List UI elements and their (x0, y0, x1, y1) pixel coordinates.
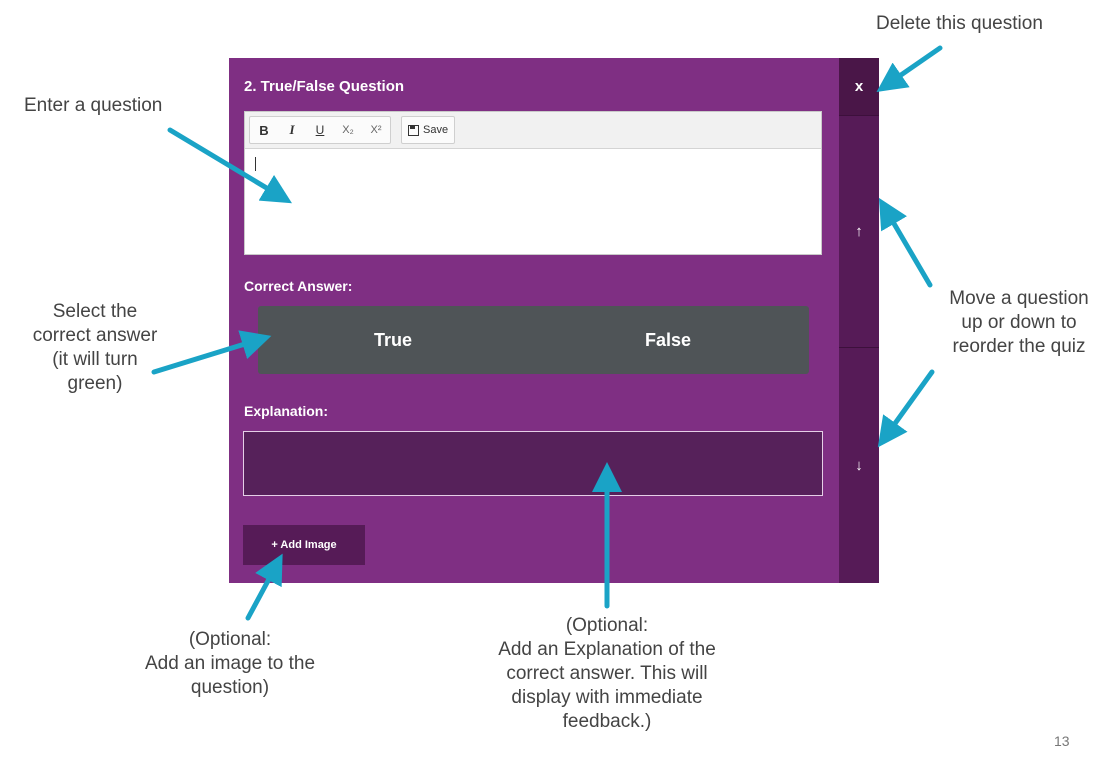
move-up-button[interactable]: ↑ (839, 116, 879, 348)
annotation-line: display with immediate (511, 687, 703, 708)
annotation-line: question) (190, 677, 270, 698)
question-editor: B I U X₂ X² Save (244, 111, 822, 255)
annotation-line: correct answer. This will (506, 663, 708, 684)
annotation-move: Move a question up or down to reorder th… (930, 287, 1108, 359)
arrow-delete (876, 45, 943, 92)
answer-false-button[interactable]: False (568, 306, 768, 374)
annotation-delete: Delete this question (876, 13, 1043, 34)
question-side-controls: x ↑ ↓ (839, 58, 879, 583)
annotation-line: (Optional: (188, 629, 272, 650)
italic-button[interactable]: I (278, 117, 306, 143)
save-label: Save (423, 124, 449, 136)
format-group: B I U X₂ X² (249, 116, 391, 144)
annotation-line: Add an image to the (144, 653, 316, 674)
annotation-explanation: (Optional: Add an Explanation of the cor… (462, 614, 752, 734)
annotation-line: reorder the quiz (952, 336, 1086, 357)
annotation-line: feedback.) (562, 711, 652, 732)
question-title: 2. True/False Question (244, 78, 405, 95)
underline-button[interactable]: U (306, 117, 334, 143)
answer-selector: True False (258, 306, 809, 374)
superscript-button[interactable]: X² (362, 117, 390, 143)
answer-true-button[interactable]: True (293, 306, 493, 374)
explanation-label: Explanation: (244, 403, 329, 419)
annotation-line: Add an Explanation of the (498, 639, 716, 660)
annotation-line: green) (67, 373, 123, 394)
arrow-move-down (877, 369, 935, 448)
annotation-line: (it will turn (52, 349, 138, 370)
text-cursor (255, 157, 256, 171)
arrow-move-up (878, 197, 933, 288)
annotation-line: Move a question (949, 288, 1089, 309)
annotation-line: (Optional: (565, 615, 649, 636)
delete-question-button[interactable]: x (839, 58, 879, 116)
annotation-add-image: (Optional: Add an image to the question) (120, 628, 340, 700)
annotation-line: correct answer (32, 325, 158, 346)
save-button[interactable]: Save (401, 116, 456, 144)
editor-toolbar: B I U X₂ X² Save (245, 112, 821, 149)
save-icon (408, 124, 419, 136)
explanation-input[interactable] (243, 431, 823, 496)
annotation-enter-question: Enter a question (24, 95, 163, 116)
correct-answer-label: Correct Answer: (244, 278, 353, 294)
annotation-line: Select the (52, 301, 138, 322)
subscript-button[interactable]: X₂ (334, 117, 362, 143)
add-image-button[interactable]: + Add Image (243, 525, 365, 565)
page-number: 13 (1054, 733, 1070, 749)
annotation-select-answer: Select the correct answer (it will turn … (2, 300, 188, 396)
question-text-input[interactable] (245, 149, 821, 254)
annotation-line: up or down to (961, 312, 1077, 333)
move-down-button[interactable]: ↓ (839, 348, 879, 583)
bold-button[interactable]: B (250, 117, 278, 143)
